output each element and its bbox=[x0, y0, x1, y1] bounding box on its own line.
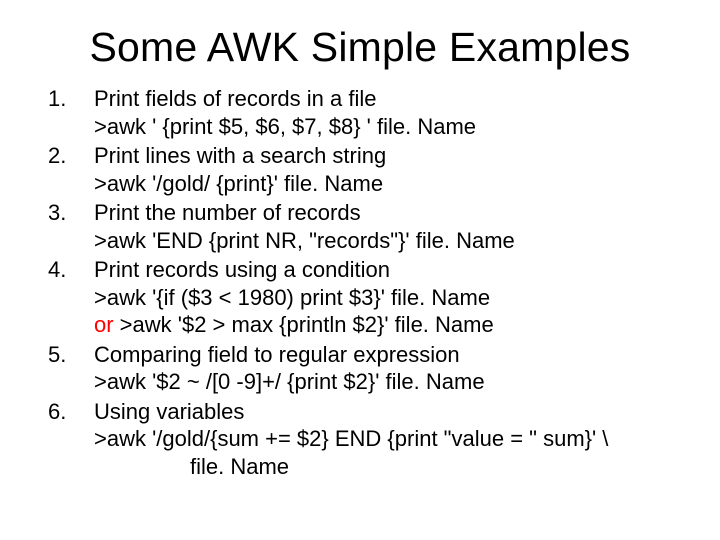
list-item: Print the number of records >awk 'END {p… bbox=[94, 199, 684, 254]
item-alt-line: or >awk '$2 > max {println $2}' file. Na… bbox=[94, 311, 684, 339]
item-code: >awk 'END {print NR, "records"}' file. N… bbox=[94, 227, 684, 255]
list-item: Print lines with a search string >awk '/… bbox=[94, 142, 684, 197]
or-word: or bbox=[94, 312, 114, 337]
slide: Some AWK Simple Examples Print fields of… bbox=[0, 0, 720, 540]
slide-title: Some AWK Simple Examples bbox=[28, 24, 692, 71]
item-description: Using variables bbox=[94, 398, 684, 426]
item-description: Print the number of records bbox=[94, 199, 684, 227]
item-code: >awk '/gold/{sum += $2} END {print "valu… bbox=[94, 425, 684, 453]
example-list: Print fields of records in a file >awk '… bbox=[28, 85, 692, 480]
list-item: Print records using a condition >awk '{i… bbox=[94, 256, 684, 339]
list-item: Comparing field to regular expression >a… bbox=[94, 341, 684, 396]
item-code: >awk '$2 ~ /[0 -9]+/ {print $2}' file. N… bbox=[94, 368, 684, 396]
item-description: Print records using a condition bbox=[94, 256, 684, 284]
item-code: >awk '/gold/ {print}' file. Name bbox=[94, 170, 684, 198]
item-description: Print lines with a search string bbox=[94, 142, 684, 170]
item-description: Print fields of records in a file bbox=[94, 85, 684, 113]
item-alt-code: >awk '$2 > max {println $2}' file. Name bbox=[114, 312, 494, 337]
item-code: >awk '{if ($3 < 1980) print $3}' file. N… bbox=[94, 284, 684, 312]
list-item: Using variables >awk '/gold/{sum += $2} … bbox=[94, 398, 684, 481]
list-item: Print fields of records in a file >awk '… bbox=[94, 85, 684, 140]
item-code-continuation: file. Name bbox=[94, 453, 684, 481]
item-description: Comparing field to regular expression bbox=[94, 341, 684, 369]
item-code: >awk ' {print $5, $6, $7, $8} ' file. Na… bbox=[94, 113, 684, 141]
